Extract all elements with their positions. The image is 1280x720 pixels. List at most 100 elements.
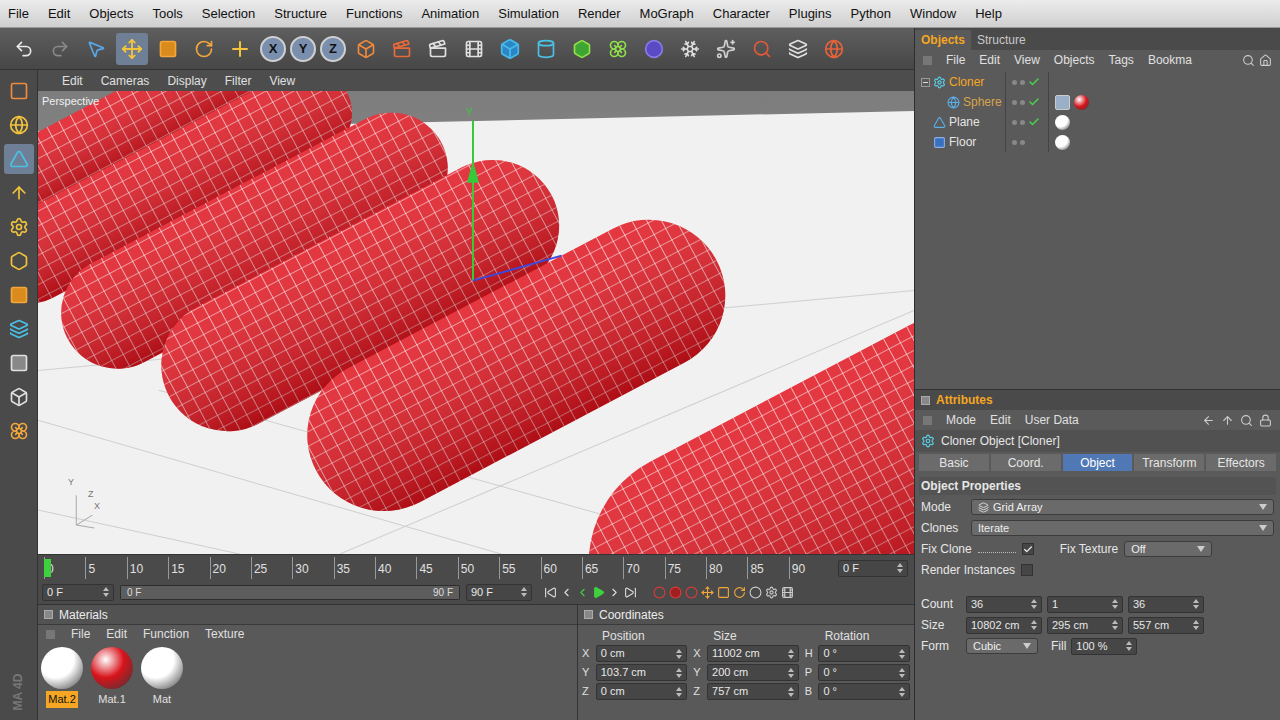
menu-item[interactable]: Texture <box>205 625 244 643</box>
menu-item[interactable]: Animation <box>421 4 479 24</box>
menu-item[interactable]: Python <box>850 4 890 24</box>
attribute-tab[interactable]: Object <box>1063 454 1133 471</box>
enabled-check-icon[interactable] <box>1028 116 1040 128</box>
menu-item[interactable]: Plugins <box>789 4 832 24</box>
search-icon[interactable] <box>1242 54 1255 67</box>
panel-handle-icon[interactable] <box>584 610 593 619</box>
menu-item[interactable]: Tools <box>152 4 182 24</box>
help-icon[interactable] <box>746 33 778 65</box>
material-item[interactable]: Mat.2 <box>40 647 84 708</box>
attribute-tab[interactable]: Basic <box>919 454 989 471</box>
spline-icon[interactable] <box>530 33 562 65</box>
mode-tool-icon[interactable] <box>4 280 34 310</box>
select-tool-icon[interactable] <box>80 33 112 65</box>
nurbs-icon[interactable] <box>566 33 598 65</box>
viewport-menu-item[interactable]: View <box>269 72 295 90</box>
mode-tool-icon[interactable] <box>4 144 34 174</box>
menu-item[interactable]: View <box>1014 51 1040 69</box>
search-icon[interactable] <box>1240 414 1253 427</box>
fix-clone-checkbox[interactable] <box>1022 543 1034 555</box>
material-tag-icon[interactable] <box>1055 135 1070 150</box>
mode-tool-icon[interactable] <box>4 416 34 446</box>
menu-item[interactable]: User Data <box>1025 411 1079 429</box>
particle-icon[interactable] <box>710 33 742 65</box>
count-field[interactable]: 36 <box>1128 596 1204 613</box>
menu-item[interactable]: Functions <box>346 4 402 24</box>
object-row[interactable]: Sphere <box>915 92 1280 112</box>
mode-dropdown[interactable]: Grid Array <box>971 499 1274 515</box>
add-tool-icon[interactable] <box>224 33 256 65</box>
editor-visibility-dot[interactable] <box>1012 120 1017 125</box>
viewport-canvas[interactable]: PerspectiveYYZX <box>38 91 914 554</box>
mode-tool-icon[interactable] <box>4 246 34 276</box>
keyframe-selection-icon[interactable] <box>685 586 698 599</box>
manager-tab[interactable]: Objects <box>915 30 971 50</box>
object-row[interactable]: Cloner <box>915 72 1280 92</box>
menu-item[interactable]: Edit <box>979 51 1000 69</box>
menu-item[interactable]: Window <box>910 4 956 24</box>
menu-item[interactable]: Function <box>143 625 189 643</box>
key-pla-icon[interactable] <box>765 586 778 599</box>
count-field[interactable]: 1 <box>1047 596 1123 613</box>
spinner-icon[interactable] <box>1193 599 1199 609</box>
render-visibility-dot[interactable] <box>1020 100 1025 105</box>
spinner-icon[interactable] <box>676 668 682 678</box>
count-field[interactable]: 36 <box>966 596 1042 613</box>
enabled-check-icon[interactable] <box>1028 96 1040 108</box>
menu-item[interactable]: Selection <box>202 4 255 24</box>
render-settings-icon[interactable] <box>458 33 490 65</box>
fill-field[interactable]: 100 % <box>1071 638 1137 655</box>
spinner-icon[interactable] <box>899 668 905 678</box>
spinner-icon[interactable] <box>676 649 682 659</box>
render-picture-viewer-icon[interactable] <box>422 33 454 65</box>
expand-toggle-icon[interactable] <box>921 78 930 87</box>
editor-visibility-dot[interactable] <box>1012 140 1017 145</box>
material-item[interactable]: Mat.1 <box>90 647 134 708</box>
spinner-icon[interactable] <box>788 687 794 697</box>
editor-visibility-dot[interactable] <box>1012 80 1017 85</box>
attribute-tab[interactable]: Coord. <box>991 454 1061 471</box>
render-view-icon[interactable] <box>386 33 418 65</box>
material-item[interactable]: Mat <box>140 647 184 708</box>
key-scale-icon[interactable] <box>717 586 730 599</box>
attribute-tab[interactable]: Transform <box>1134 454 1204 471</box>
rotation-field[interactable]: 0 ° <box>818 664 910 681</box>
spinner-icon[interactable] <box>1031 599 1037 609</box>
current-frame-marker[interactable] <box>44 559 51 577</box>
mograph-icon[interactable] <box>602 33 634 65</box>
mode-tool-icon[interactable] <box>4 110 34 140</box>
spinner-icon[interactable] <box>521 587 527 597</box>
spinner-icon[interactable] <box>1126 641 1132 651</box>
form-dropdown[interactable]: Cubic <box>966 638 1038 654</box>
end-frame-field[interactable]: 90 F <box>466 584 532 601</box>
menu-item[interactable]: Bookma <box>1148 51 1192 69</box>
menu-item[interactable]: Edit <box>106 625 127 643</box>
prev-key-icon[interactable] <box>560 586 573 599</box>
go-end-icon[interactable] <box>624 586 637 599</box>
go-start-icon[interactable] <box>544 586 557 599</box>
move-tool-icon[interactable] <box>116 33 148 65</box>
up-icon[interactable] <box>1221 414 1234 427</box>
position-field[interactable]: 0 cm <box>596 683 688 700</box>
cube-icon[interactable] <box>494 33 526 65</box>
size-field[interactable]: 200 cm <box>707 664 799 681</box>
size-field[interactable]: 757 cm <box>707 683 799 700</box>
current-frame-field[interactable]: 0 F <box>838 560 908 577</box>
render-visibility-dot[interactable] <box>1020 80 1025 85</box>
autokey-icon[interactable] <box>669 586 682 599</box>
layout-icon[interactable] <box>782 33 814 65</box>
size-field[interactable]: 557 cm <box>1128 617 1204 634</box>
spinner-icon[interactable] <box>103 587 109 597</box>
panel-handle-icon[interactable] <box>921 396 930 405</box>
size-field[interactable]: 295 cm <box>1047 617 1123 634</box>
prev-frame-icon[interactable] <box>576 586 589 599</box>
menu-item[interactable]: File <box>71 625 90 643</box>
scene-icon[interactable] <box>674 33 706 65</box>
spinner-icon[interactable] <box>1112 620 1118 630</box>
mode-tool-icon[interactable] <box>4 76 34 106</box>
menu-item[interactable]: Render <box>578 4 621 24</box>
axis-lock-button[interactable]: Y <box>290 36 316 62</box>
spinner-icon[interactable] <box>1193 620 1199 630</box>
mode-tool-icon[interactable] <box>4 314 34 344</box>
mode-tool-icon[interactable] <box>4 212 34 242</box>
